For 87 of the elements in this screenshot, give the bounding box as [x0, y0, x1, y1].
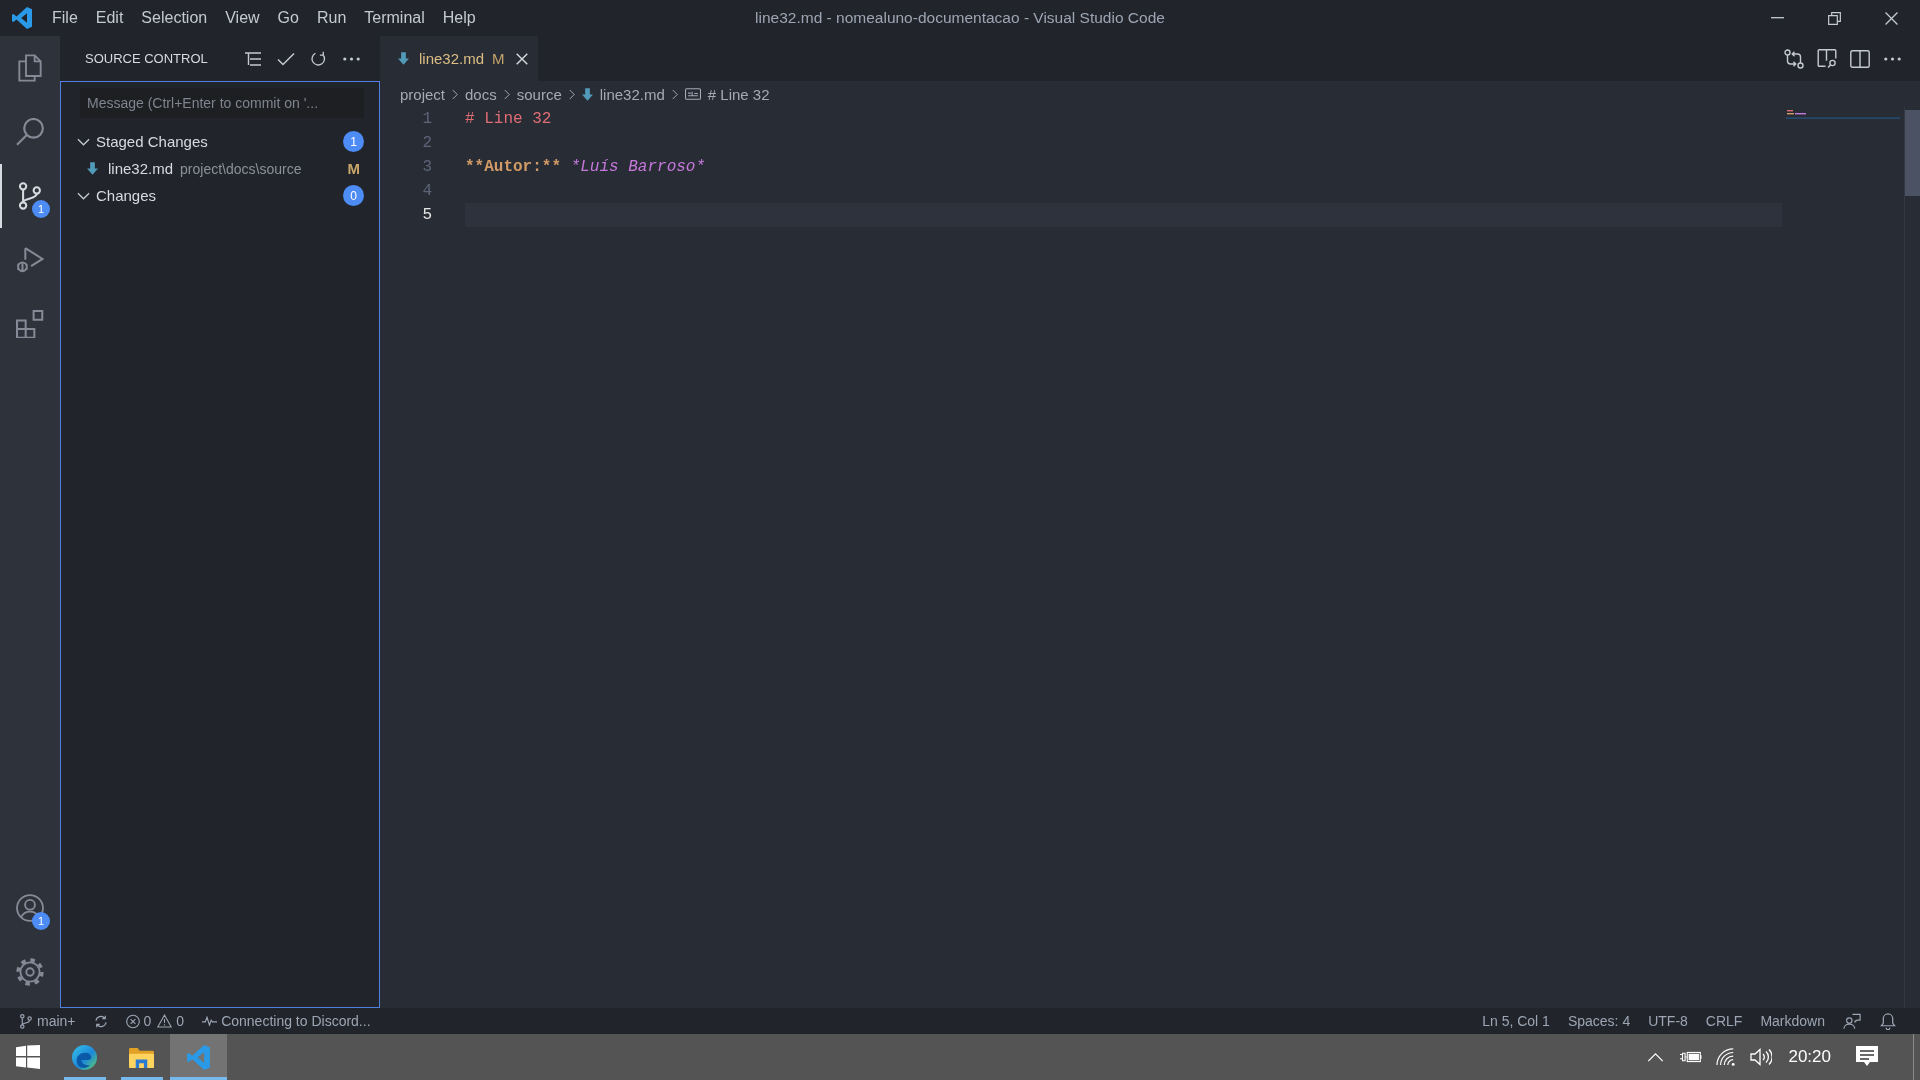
editor-tab[interactable]: line32.md M	[380, 36, 538, 81]
check-icon[interactable]	[276, 50, 295, 67]
browser-icon	[72, 1044, 97, 1070]
close-icon[interactable]	[1885, 11, 1898, 25]
minimize-icon[interactable]	[1771, 17, 1784, 19]
search-icon	[16, 118, 44, 146]
group-label[interactable]: Changes	[96, 187, 157, 204]
down-arrow-icon	[581, 87, 593, 101]
chevron-down-icon[interactable]	[77, 137, 90, 146]
gear-icon	[16, 958, 44, 986]
split-editor-icon[interactable]	[1849, 48, 1870, 69]
count-badge: 0	[343, 185, 364, 206]
count-badge: 1	[32, 200, 50, 218]
menu-item[interactable]: Terminal	[355, 0, 434, 36]
heading-text: # Line 32	[465, 109, 552, 130]
more-icon[interactable]	[1884, 56, 1901, 61]
breadcrumb-item[interactable]: docs	[465, 85, 497, 103]
bell-icon[interactable]	[1879, 1012, 1897, 1030]
activity-status[interactable]: Connecting to Discord...	[193, 1008, 380, 1034]
chevron-right-icon	[671, 88, 678, 100]
chevron-down-icon[interactable]	[77, 191, 90, 200]
menu-item[interactable]: Selection	[132, 0, 217, 36]
down-arrow-icon	[398, 52, 409, 65]
menu-item[interactable]: File	[43, 0, 87, 36]
line-number: 3	[421, 157, 433, 178]
wifi-icon[interactable]	[1714, 1048, 1737, 1066]
pulse-icon	[202, 1016, 218, 1026]
start-icon[interactable]	[16, 1045, 40, 1069]
editor-app-icon	[186, 1044, 211, 1070]
chevron-up-icon[interactable]	[1647, 1052, 1665, 1062]
menu-item[interactable]: Help	[433, 0, 485, 36]
count-badge: 1	[32, 912, 50, 930]
status-item[interactable]: CRLF	[1696, 1008, 1752, 1034]
panel-title: SOURCE CONTROL	[85, 51, 208, 66]
breadcrumb-item[interactable]: # Line 32	[707, 85, 770, 103]
bold-markup-text: **Autor:**	[465, 157, 561, 178]
menu-item[interactable]: Edit	[86, 0, 133, 36]
chevron-right-icon	[452, 88, 459, 100]
group-label[interactable]: Staged Changes	[96, 133, 208, 150]
activity-bar-item[interactable]: 1	[0, 876, 60, 940]
more-icon[interactable]	[343, 56, 360, 61]
scrollbar-thumb[interactable]	[1905, 110, 1920, 196]
chevron-right-icon	[568, 88, 575, 100]
down-arrow-icon	[87, 162, 98, 175]
status-item[interactable]: UTF-8	[1639, 1008, 1697, 1034]
compare-arrows-icon[interactable]	[1783, 48, 1804, 69]
problems-status[interactable]: 0 0	[116, 1008, 194, 1034]
activity-bar-item[interactable]: 1	[0, 164, 60, 228]
file-path: project\docs\source	[180, 160, 302, 177]
breadcrumb-item[interactable]: project	[400, 85, 446, 103]
status-letter: M	[347, 160, 360, 177]
line-number: 4	[421, 181, 433, 202]
restore-icon[interactable]	[1828, 11, 1841, 25]
branch-icon	[19, 1013, 33, 1029]
list-tree-icon[interactable]	[243, 50, 262, 67]
status-item[interactable]: Markdown	[1751, 1008, 1834, 1034]
menu-item[interactable]: View	[216, 0, 269, 36]
status-item[interactable]: Spaces: 4	[1558, 1008, 1640, 1034]
play-bug-icon	[16, 246, 44, 274]
count-badge: 1	[343, 131, 364, 152]
italic-markup-text: *Luís Barroso*	[570, 157, 706, 178]
status-item[interactable]: Ln 5, Col 1	[1473, 1008, 1559, 1034]
menu-item[interactable]: Run	[307, 0, 356, 36]
line-number: 2	[421, 133, 433, 154]
blocks-icon	[16, 310, 44, 338]
menu-item[interactable]: Go	[268, 0, 308, 36]
refresh-icon[interactable]	[309, 50, 328, 67]
error-icon	[125, 1013, 140, 1029]
sync-icon[interactable]	[93, 1013, 108, 1029]
split-magnifier-icon[interactable]	[1816, 48, 1837, 69]
chevron-right-icon	[503, 88, 510, 100]
warning-icon	[157, 1014, 173, 1028]
clock[interactable]: 20:20	[1778, 1047, 1841, 1067]
speaker-icon[interactable]	[1749, 1048, 1772, 1066]
branch-status[interactable]: main+	[10, 1008, 85, 1034]
app-logo-icon	[12, 7, 32, 29]
file-name[interactable]: line32.md	[108, 160, 174, 177]
window-title: line32.md - nomealuno-documentacao - Visual Studio Code	[755, 9, 1165, 27]
breadcrumb-item[interactable]: source	[516, 85, 562, 103]
close-icon[interactable]	[515, 52, 528, 65]
text-symbol-icon	[684, 88, 701, 100]
files-icon	[16, 54, 44, 82]
line-number: 1	[421, 109, 433, 130]
line-number: 5	[421, 205, 433, 226]
feedback-icon[interactable]	[1843, 1012, 1861, 1030]
breadcrumb-item[interactable]: line32.md	[599, 85, 665, 103]
commit-message-field[interactable]: Message (Ctrl+Enter to commit on '...	[80, 88, 364, 118]
